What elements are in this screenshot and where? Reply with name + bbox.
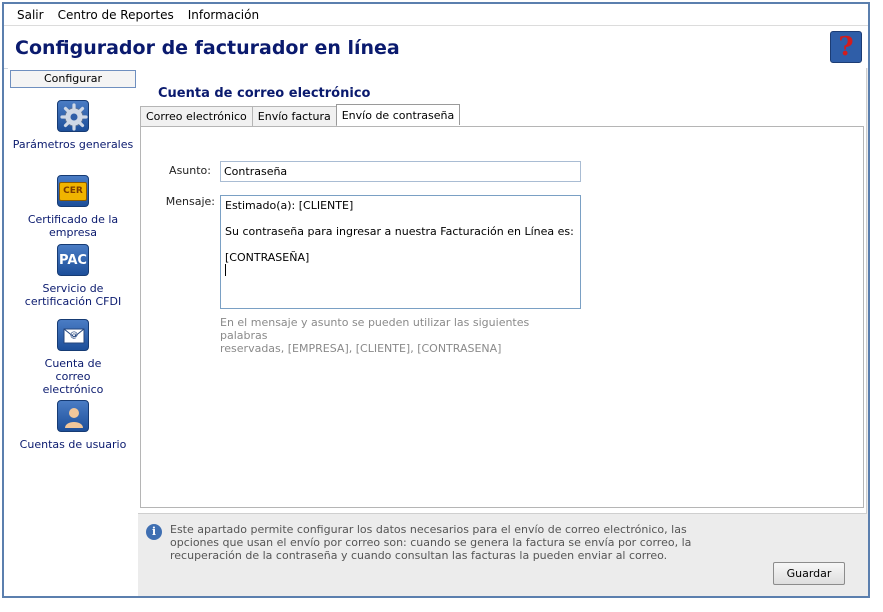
- info-icon: i: [146, 524, 162, 540]
- message-line: [225, 238, 576, 251]
- info-line: opciones que usan el envío por correo so…: [170, 536, 692, 549]
- sidebar: Configurar Parámetros generales CER Cert…: [8, 68, 138, 596]
- app-window: Salir Centro de Reportes Información Con…: [2, 2, 870, 598]
- subject-label: Asunto:: [169, 164, 211, 177]
- content-panel: Cuenta de correo electrónico Correo elec…: [138, 68, 867, 514]
- sidebar-item-label: Certificado de la empresa: [27, 213, 119, 239]
- info-box: i Este apartado permite configurar los d…: [146, 523, 706, 562]
- message-line: [225, 212, 576, 225]
- info-text: Este apartado permite configurar los dat…: [170, 523, 691, 562]
- menu-centro-de-reportes[interactable]: Centro de Reportes: [51, 8, 181, 22]
- message-line: Su contraseña para ingresar a nuestra Fa…: [225, 225, 574, 238]
- app-header: Configurador de facturador en línea ?: [4, 27, 868, 69]
- gear-icon: [57, 100, 89, 132]
- tab-envio-factura[interactable]: Envío factura: [251, 106, 337, 126]
- sidebar-item-label: Cuentas de usuario: [19, 438, 127, 451]
- sidebar-item-label: Parámetros generales: [12, 138, 134, 151]
- save-button[interactable]: Guardar: [773, 562, 845, 585]
- message-textarea[interactable]: Estimado(a): [CLIENTE] Su contraseña par…: [220, 195, 581, 309]
- menu-informacion[interactable]: Información: [181, 8, 266, 22]
- tab-body: Asunto: Contraseña Mensaje: Estimado(a):…: [140, 126, 864, 508]
- question-mark-icon: ?: [838, 32, 854, 62]
- help-button[interactable]: ?: [830, 31, 862, 63]
- sidebar-item-label: Cuenta de correo electrónico: [42, 357, 104, 396]
- subject-input[interactable]: Contraseña: [220, 161, 581, 182]
- info-line: recuperación de la contraseña y cuando c…: [170, 549, 668, 562]
- hint-line: reservadas, [EMPRESA], [CLIENTE], [CONTR…: [220, 342, 502, 355]
- tab-envio-contrasena[interactable]: Envío de contraseña: [335, 104, 461, 125]
- message-line: [CONTRASEÑA]: [225, 251, 310, 264]
- hint-line: En el mensaje y asunto se pueden utiliza…: [220, 316, 530, 342]
- certificate-icon: CER: [57, 175, 89, 207]
- tab-strip: Correo electrónico Envío factura Envío d…: [140, 104, 461, 126]
- message-line: Estimado(a): [CLIENTE]: [225, 199, 354, 212]
- email-icon: @: [57, 319, 89, 351]
- menu-salir[interactable]: Salir: [10, 8, 51, 22]
- section-title: Cuenta de correo electrónico: [158, 86, 371, 101]
- pac-icon: PAC: [57, 244, 89, 276]
- app-title: Configurador de facturador en línea: [15, 37, 400, 59]
- svg-text:@: @: [70, 330, 78, 339]
- menu-bar: Salir Centro de Reportes Información: [4, 4, 868, 26]
- sidebar-item-cuentas-usuario[interactable]: Cuentas de usuario: [8, 400, 138, 451]
- user-icon: [57, 400, 89, 432]
- sidebar-item-servicio-certificacion[interactable]: PAC Servicio de certificación CFDI: [8, 244, 138, 308]
- sidebar-item-parametros-generales[interactable]: Parámetros generales: [8, 100, 138, 151]
- text-caret: [225, 264, 226, 276]
- info-line: Este apartado permite configurar los dat…: [170, 523, 687, 536]
- reserved-words-hint: En el mensaje y asunto se pueden utiliza…: [220, 316, 580, 355]
- content-area: Cuenta de correo electrónico Correo elec…: [138, 68, 868, 596]
- sidebar-item-certificado[interactable]: CER Certificado de la empresa: [8, 175, 138, 239]
- message-label: Mensaje:: [165, 195, 215, 208]
- sidebar-header[interactable]: Configurar: [10, 70, 136, 88]
- tab-correo-electronico[interactable]: Correo electrónico: [140, 106, 253, 126]
- sidebar-item-cuenta-correo[interactable]: @ Cuenta de correo electrónico: [8, 319, 138, 396]
- sidebar-item-label: Servicio de certificación CFDI: [24, 282, 122, 308]
